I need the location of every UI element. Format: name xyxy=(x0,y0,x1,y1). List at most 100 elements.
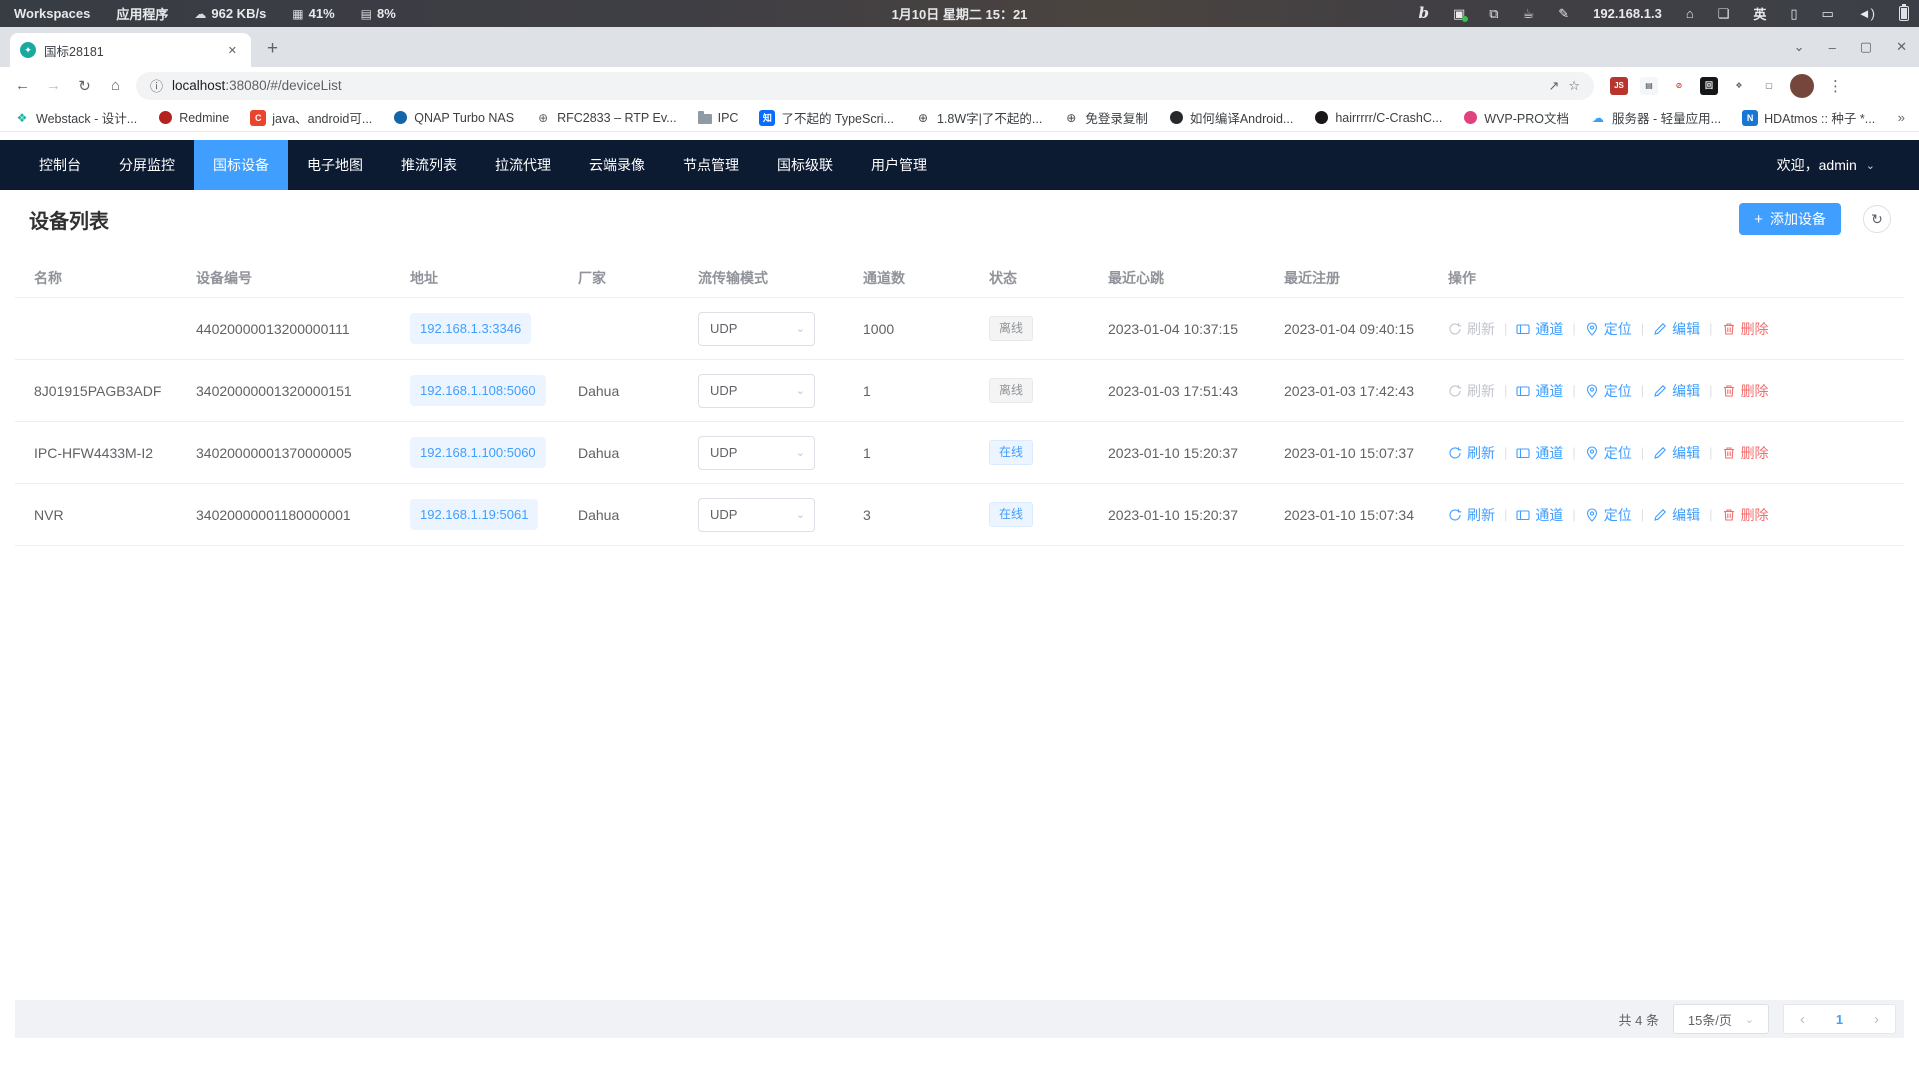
ip-address-indicator[interactable]: 192.168.1.3 xyxy=(1593,6,1662,21)
back-button[interactable]: ← xyxy=(8,77,37,94)
restore-button[interactable]: ▢ xyxy=(1860,39,1872,55)
nav-item[interactable]: 分屏监控 xyxy=(100,140,194,190)
phone-link-icon[interactable]: ▯ xyxy=(1790,7,1797,20)
nav-item[interactable]: 电子地图 xyxy=(288,140,382,190)
edit-action[interactable]: 编辑 xyxy=(1653,381,1700,401)
channel-action[interactable]: 通道 xyxy=(1516,381,1563,401)
channel-action[interactable]: 通道 xyxy=(1516,319,1563,339)
channel-action[interactable]: 通道 xyxy=(1516,505,1563,525)
nav-item[interactable]: 用户管理 xyxy=(852,140,946,190)
input-method-indicator[interactable]: 英 xyxy=(1753,4,1766,23)
bookmark-item[interactable]: WVP-PRO文档 xyxy=(1463,108,1569,127)
battery-icon[interactable] xyxy=(1899,6,1909,21)
refresh-list-button[interactable]: ↻ xyxy=(1863,205,1891,233)
app-indicator-icon[interactable]: ▣ xyxy=(1453,7,1465,20)
bookmark-item[interactable]: ☁ 服务器 - 轻量应用... xyxy=(1590,108,1721,127)
clipboard-icon[interactable]: ⧉ xyxy=(1489,7,1498,20)
cell-channels: 3 xyxy=(863,507,989,523)
clock[interactable]: 1月10日 星期二 15：21 xyxy=(892,4,1028,23)
workspaces-button[interactable]: Workspaces xyxy=(14,6,90,21)
nav-item[interactable]: 节点管理 xyxy=(664,140,758,190)
cloud-download-icon: ☁ xyxy=(194,7,206,21)
refresh-action[interactable]: 刷新 xyxy=(1448,505,1495,525)
page-size-select[interactable]: 15条/页 ⌄ xyxy=(1673,1004,1769,1034)
channel-action[interactable]: 通道 xyxy=(1516,443,1563,463)
delete-action[interactable]: 删除 xyxy=(1722,319,1769,339)
bookmark-item[interactable]: 知 了不起的 TypeScri... xyxy=(759,108,894,127)
tab-close-icon[interactable]: ✕ xyxy=(224,42,241,59)
bookmark-item[interactable]: ⊕ RFC2833 – RTP Ev... xyxy=(535,110,677,126)
nav-item[interactable]: 控制台 xyxy=(20,140,100,190)
color-picker-icon[interactable]: ✎ xyxy=(1558,7,1569,20)
extension-icon[interactable]: 回 xyxy=(1700,77,1718,95)
stream-mode-select[interactable]: UDP ⌄ xyxy=(698,312,815,346)
edit-action[interactable]: 编辑 xyxy=(1653,505,1700,525)
locate-action[interactable]: 定位 xyxy=(1585,381,1632,401)
bing-tray-icon[interactable]: b xyxy=(1418,6,1429,21)
forward-button[interactable]: → xyxy=(39,77,68,94)
stream-mode-select[interactable]: UDP ⌄ xyxy=(698,436,815,470)
new-tab-button[interactable]: + xyxy=(267,38,278,60)
stream-mode-select[interactable]: UDP ⌄ xyxy=(698,498,815,532)
address-bar[interactable]: ⓘ localhost:38080/#/deviceList ↗ ☆ xyxy=(136,72,1594,100)
extension-icon[interactable]: ❖ xyxy=(1730,77,1748,95)
bookmark-item[interactable]: N HDAtmos :: 种子 *... xyxy=(1742,108,1875,127)
bookmark-item[interactable]: ⊕ 1.8W字|了不起的... xyxy=(915,108,1042,127)
bookmark-item[interactable]: ⊕ 免登录复制 xyxy=(1063,108,1148,127)
delete-action[interactable]: 删除 xyxy=(1722,443,1769,463)
workspace-switcher-icon[interactable]: ❏ xyxy=(1718,7,1730,20)
bookmark-item[interactable]: QNAP Turbo NAS xyxy=(393,111,514,125)
reload-button[interactable]: ↻ xyxy=(70,77,99,95)
edit-action[interactable]: 编辑 xyxy=(1653,319,1700,339)
next-page-button[interactable]: › xyxy=(1858,1011,1895,1028)
refresh-action[interactable]: 刷新 xyxy=(1448,319,1495,339)
extension-icon[interactable]: JS xyxy=(1610,77,1628,95)
edit-pencil-icon xyxy=(1653,322,1667,336)
edit-action[interactable]: 编辑 xyxy=(1653,443,1700,463)
user-menu[interactable]: 欢迎，admin ⌄ xyxy=(1777,155,1919,175)
share-icon[interactable]: ↗ xyxy=(1548,78,1559,94)
nav-item[interactable]: 国标设备 xyxy=(194,140,288,190)
bookmark-item[interactable]: C java、android可... xyxy=(250,108,372,127)
locate-action[interactable]: 定位 xyxy=(1585,319,1632,339)
nav-item[interactable]: 云端录像 xyxy=(570,140,664,190)
add-device-button[interactable]: + 添加设备 xyxy=(1739,203,1841,235)
bookmark-star-icon[interactable]: ☆ xyxy=(1568,78,1580,94)
extension-icon[interactable]: ▤ xyxy=(1640,77,1658,95)
current-page-button[interactable]: 1 xyxy=(1821,1012,1858,1027)
refresh-action[interactable]: 刷新 xyxy=(1448,381,1495,401)
close-button[interactable]: ✕ xyxy=(1896,39,1907,55)
volume-icon[interactable]: ◄) xyxy=(1858,7,1875,20)
prev-page-button[interactable]: ‹ xyxy=(1784,1011,1821,1028)
home-button[interactable]: ⌂ xyxy=(101,77,130,94)
browser-menu-icon[interactable]: ⋮ xyxy=(1828,77,1843,95)
site-info-icon[interactable]: ⓘ xyxy=(150,76,163,95)
bookmark-item[interactable]: ❖ Webstack - 设计... xyxy=(14,108,137,127)
home-tray-icon[interactable]: ⌂ xyxy=(1686,7,1694,20)
bookmark-item[interactable]: 如何编译Android... xyxy=(1169,108,1294,127)
applications-menu[interactable]: 应用程序 xyxy=(116,4,168,23)
locate-action[interactable]: 定位 xyxy=(1585,505,1632,525)
stream-mode-select[interactable]: UDP ⌄ xyxy=(698,374,815,408)
locate-action[interactable]: 定位 xyxy=(1585,443,1632,463)
bookmark-item[interactable]: hairrrrr/C-CrashC... xyxy=(1314,111,1442,125)
bookmarks-overflow-icon[interactable]: » xyxy=(1898,110,1905,125)
delete-action[interactable]: 删除 xyxy=(1722,381,1769,401)
delete-action[interactable]: 删除 xyxy=(1722,505,1769,525)
caffeine-icon[interactable]: ☕ xyxy=(1523,7,1535,20)
cell-status: 在线 xyxy=(989,502,1108,527)
profile-avatar[interactable] xyxy=(1790,74,1814,98)
display-icon[interactable]: ▭ xyxy=(1822,7,1834,20)
refresh-action[interactable]: 刷新 xyxy=(1448,443,1495,463)
extension-icon[interactable]: ▢ xyxy=(1760,77,1778,95)
nav-item[interactable]: 拉流代理 xyxy=(476,140,570,190)
bookmark-item[interactable]: IPC xyxy=(698,111,739,125)
column-header: 厂家 xyxy=(578,268,698,288)
extension-icon[interactable]: ⊘ xyxy=(1670,77,1688,95)
browser-tab[interactable]: ✦ 国标28181 ✕ xyxy=(10,33,251,67)
minimize-button[interactable]: – xyxy=(1829,40,1836,55)
nav-item[interactable]: 推流列表 xyxy=(382,140,476,190)
tab-search-icon[interactable]: ⌄ xyxy=(1794,39,1805,55)
bookmark-item[interactable]: Redmine xyxy=(158,111,229,125)
nav-item[interactable]: 国标级联 xyxy=(758,140,852,190)
